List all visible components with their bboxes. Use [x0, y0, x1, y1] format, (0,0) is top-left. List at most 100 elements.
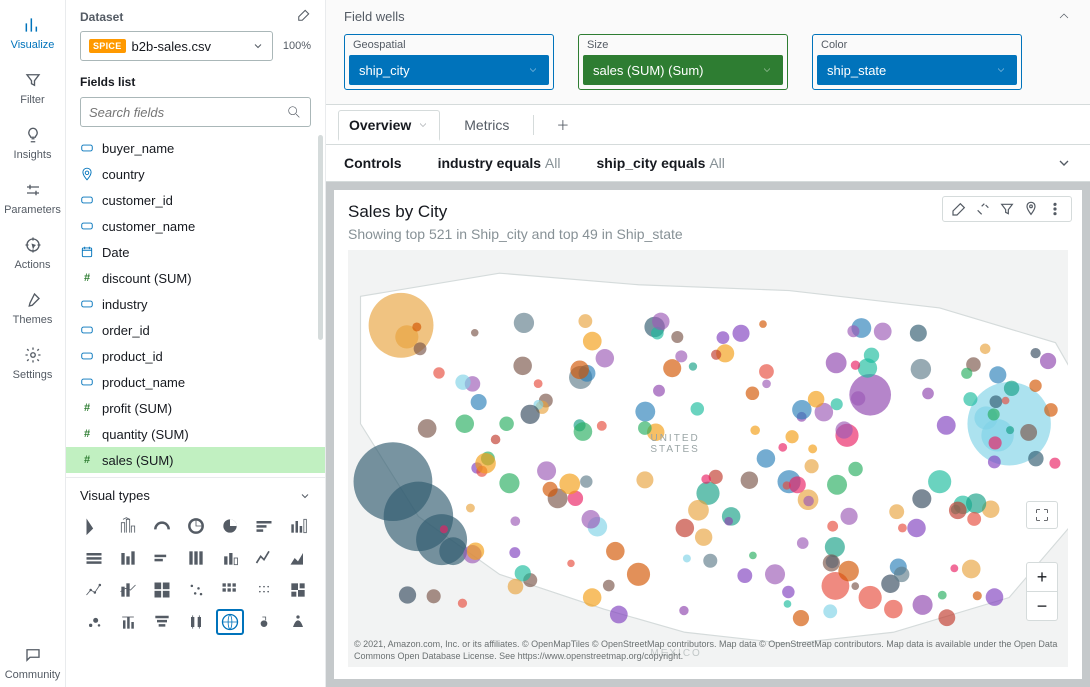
field-label: profit (SUM)	[102, 401, 172, 416]
field-product_name[interactable]: product_name	[66, 369, 325, 395]
chip-size[interactable]: sales (SUM) (Sum)	[583, 55, 783, 85]
visual-type-option[interactable]	[148, 577, 176, 603]
field-sales-SUM-[interactable]: #sales (SUM)	[66, 447, 325, 473]
cursor-target-icon	[22, 234, 44, 256]
rail-filter[interactable]: Filter	[0, 61, 65, 112]
visual-type-option[interactable]	[114, 513, 142, 539]
rail-label: Visualize	[11, 39, 55, 51]
field-type-icon	[80, 297, 94, 311]
visual-type-option[interactable]	[114, 577, 142, 603]
visual-type-option[interactable]	[284, 513, 312, 539]
chevron-down-icon[interactable]	[299, 490, 311, 502]
chip-color[interactable]: ship_state	[817, 55, 1017, 85]
control-filter-shipcity[interactable]: ship_city equals All	[596, 155, 724, 171]
chevron-up-icon[interactable]	[1056, 8, 1072, 24]
field-type-icon: #	[80, 271, 94, 285]
visual-type-option[interactable]	[182, 577, 210, 603]
chip-geospatial[interactable]: ship_city	[349, 55, 549, 85]
edit-dataset-icon[interactable]	[297, 8, 311, 25]
more-icon[interactable]	[1047, 201, 1063, 217]
visual-type-option[interactable]	[284, 609, 312, 635]
zoom-in-button[interactable]: +	[1027, 563, 1057, 591]
visual-type-option[interactable]	[284, 577, 312, 603]
visual-type-option[interactable]	[250, 513, 278, 539]
field-label: product_id	[102, 349, 163, 364]
chip-text: ship_city	[359, 63, 410, 78]
chip-text: ship_state	[827, 63, 886, 78]
field-buyer_name[interactable]: buyer_name	[66, 135, 325, 161]
rail-label: Parameters	[4, 204, 61, 216]
visual-types-grid	[66, 509, 325, 645]
filter-key: ship_city equals	[596, 155, 705, 171]
visual-type-option[interactable]	[114, 609, 142, 635]
fields-search[interactable]	[80, 97, 311, 127]
funnel-icon[interactable]	[999, 201, 1015, 217]
field-type-icon	[80, 349, 94, 363]
field-industry[interactable]: industry	[66, 291, 325, 317]
visual-type-option[interactable]	[80, 513, 108, 539]
sliders-icon	[22, 179, 44, 201]
visual-type-option[interactable]	[216, 609, 244, 635]
visual-type-option[interactable]	[148, 545, 176, 571]
visual-type-option[interactable]	[182, 609, 210, 635]
rail-parameters[interactable]: Parameters	[0, 171, 65, 222]
dataset-selector[interactable]: SPICE b2b-sales.csv	[80, 31, 273, 61]
visual-type-option[interactable]	[148, 609, 176, 635]
visual-type-option[interactable]	[284, 545, 312, 571]
viz-card[interactable]: Sales by City Showing top 521 in Ship_ci…	[334, 190, 1082, 679]
visual-type-option[interactable]	[182, 545, 210, 571]
visual-type-option[interactable]	[250, 609, 278, 635]
field-quantity-SUM-[interactable]: #quantity (SUM)	[66, 421, 325, 447]
add-sheet-button[interactable]: ＋	[548, 111, 577, 138]
tab-label: Metrics	[464, 117, 509, 133]
zoom-out-button[interactable]: −	[1027, 592, 1057, 620]
field-label: country	[102, 167, 145, 182]
minimize-icon[interactable]	[975, 201, 991, 217]
visual-type-option[interactable]	[216, 513, 244, 539]
control-filter-industry[interactable]: industry equals All	[438, 155, 561, 171]
visual-type-option[interactable]	[216, 545, 244, 571]
field-profit-SUM-[interactable]: #profit (SUM)	[66, 395, 325, 421]
filter-val: All	[545, 155, 561, 171]
rail-actions[interactable]: Actions	[0, 226, 65, 277]
field-order_id[interactable]: order_id	[66, 317, 325, 343]
field-Date[interactable]: Date	[66, 239, 325, 265]
visual-type-option[interactable]	[80, 545, 108, 571]
scrollbar[interactable]	[318, 135, 323, 340]
visual-type-option[interactable]	[148, 513, 176, 539]
rail-insights[interactable]: Insights	[0, 116, 65, 167]
rail-visualize[interactable]: Visualize	[0, 6, 65, 57]
fields-search-input[interactable]	[89, 105, 286, 120]
visual-type-option[interactable]	[250, 577, 278, 603]
field-product_id[interactable]: product_id	[66, 343, 325, 369]
field-discount-SUM-[interactable]: # discount (SUM)	[66, 265, 325, 291]
visual-type-option[interactable]	[114, 545, 142, 571]
pin-icon[interactable]	[1023, 201, 1039, 217]
visual-type-option[interactable]	[250, 545, 278, 571]
visual-type-option[interactable]	[216, 577, 244, 603]
pencil-icon[interactable]	[951, 201, 967, 217]
visual-type-option[interactable]	[80, 577, 108, 603]
visual-type-option[interactable]	[182, 513, 210, 539]
rail-community[interactable]: Community	[0, 636, 65, 687]
rail-themes[interactable]: Themes	[0, 281, 65, 332]
tab-metrics[interactable]: Metrics	[454, 111, 519, 139]
field-country[interactable]: country	[66, 161, 325, 187]
filter-val: All	[709, 155, 725, 171]
map-canvas[interactable]: UNITED STATES MEXICO + − © 2021, Amazon.…	[348, 250, 1068, 667]
chevron-down-icon[interactable]	[1056, 155, 1072, 171]
field-label: industry	[102, 297, 148, 312]
field-label: discount (SUM)	[102, 271, 192, 286]
fullscreen-button[interactable]	[1026, 501, 1058, 529]
field-type-icon	[80, 323, 94, 337]
divider	[533, 115, 534, 135]
visual-type-option[interactable]	[80, 609, 108, 635]
controls-bar: Controls industry equals All ship_city e…	[326, 145, 1090, 182]
chat-icon	[22, 644, 44, 666]
field-customer_id[interactable]: customer_id	[66, 187, 325, 213]
well-label: Size	[583, 39, 783, 55]
field-customer_name[interactable]: customer_name	[66, 213, 325, 239]
tab-overview[interactable]: Overview	[338, 110, 440, 141]
rail-settings[interactable]: Settings	[0, 336, 65, 387]
field-type-icon	[80, 219, 94, 233]
